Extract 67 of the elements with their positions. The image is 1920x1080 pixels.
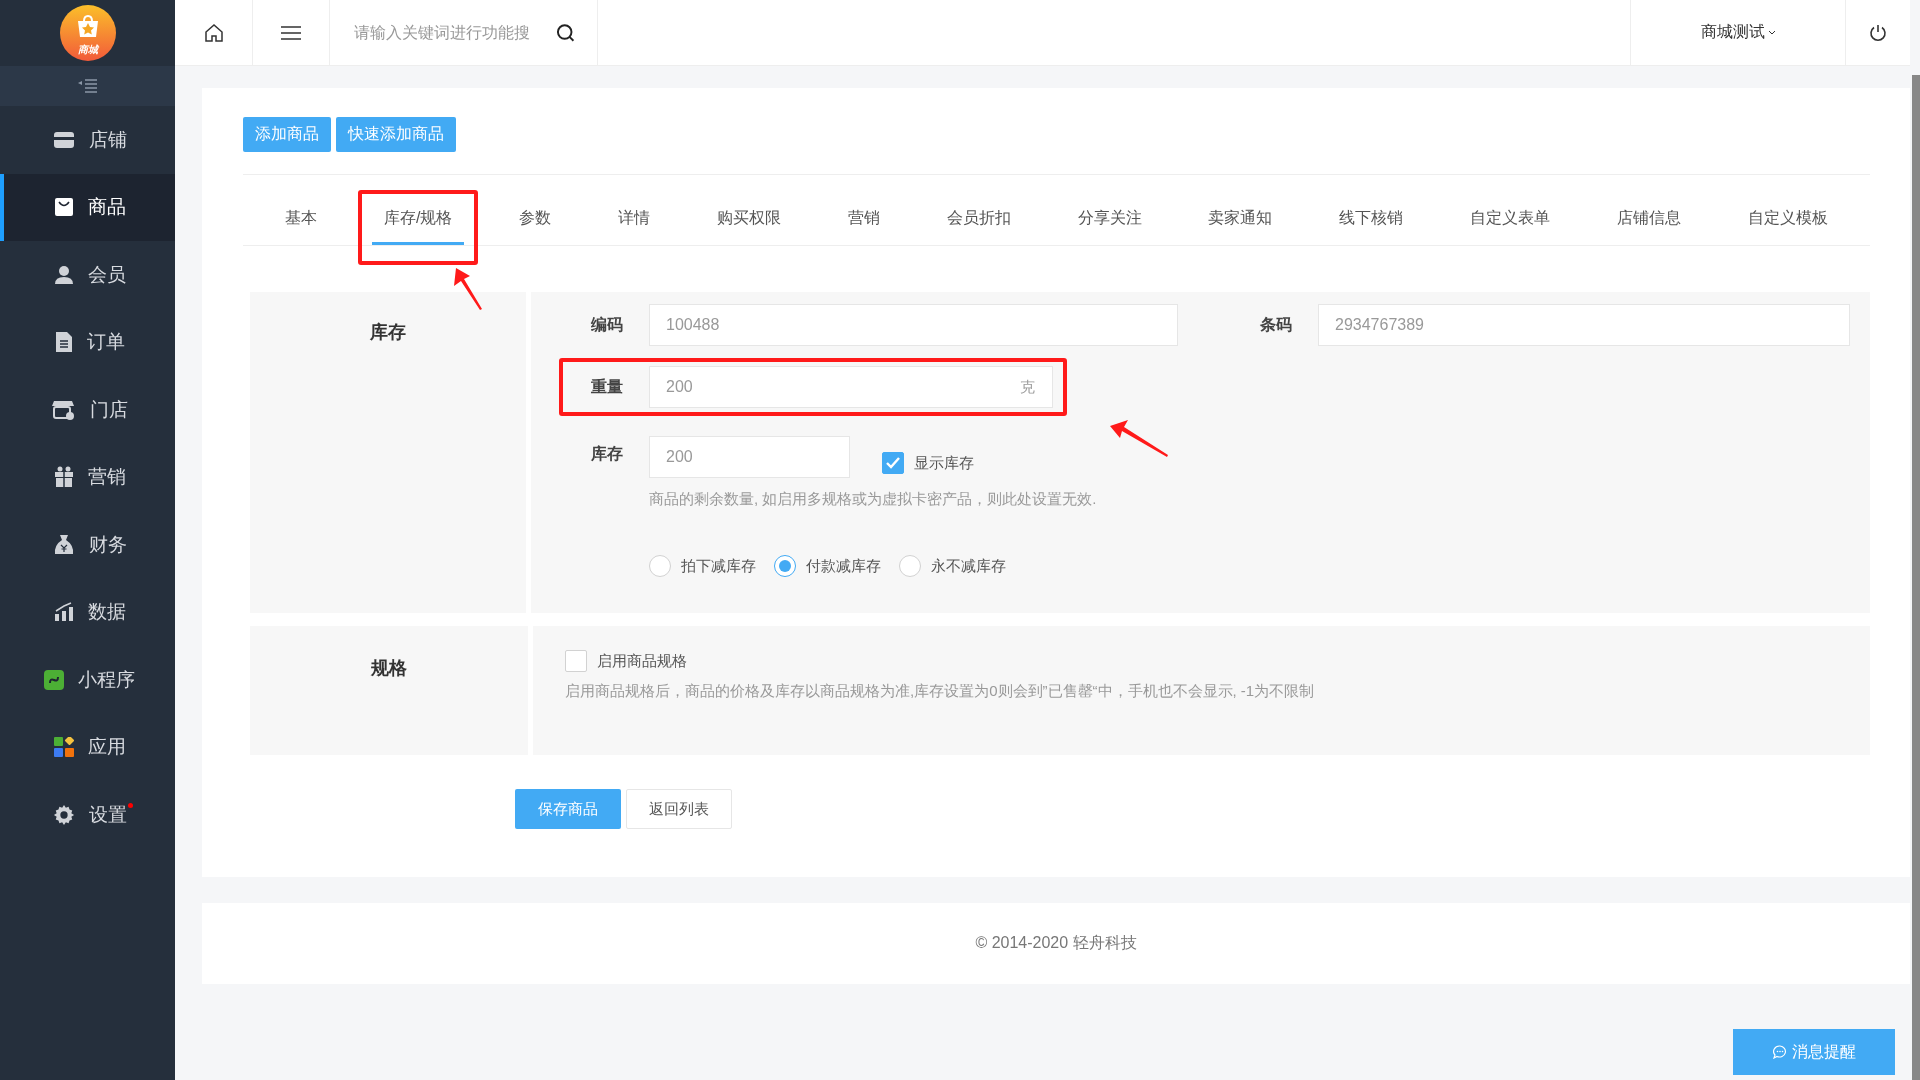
tab[interactable]: 自定义表单 — [1458, 195, 1563, 245]
section-title: 规格 — [371, 657, 407, 680]
document-icon — [54, 331, 73, 354]
radio-option[interactable]: 永不减库存 — [899, 555, 1006, 577]
sidebar-item[interactable]: 门店 — [0, 376, 175, 444]
sidebar-item[interactable]: 会员 — [0, 241, 175, 309]
tab[interactable]: 线下核销 — [1327, 195, 1416, 245]
sidebar-item[interactable]: 小程序 — [0, 646, 175, 714]
store-icon — [52, 129, 75, 150]
copyright-text: © 2014-2020 轻舟科技 — [975, 933, 1137, 953]
tab[interactable]: 分享关注 — [1065, 195, 1154, 245]
user-dropdown[interactable]: 商城测试 — [1700, 22, 1776, 43]
shop-gear-icon — [51, 398, 76, 421]
caret-icon — [1767, 29, 1776, 36]
home-icon[interactable] — [203, 22, 224, 43]
sidebar-item[interactable]: 应用 — [0, 713, 175, 781]
field-label: 库存 — [590, 444, 624, 464]
sidebar-item[interactable]: 订单 — [0, 308, 175, 376]
annotation-arrow — [452, 266, 484, 312]
gift-icon — [53, 466, 74, 489]
back-button[interactable]: 返回列表 — [626, 789, 732, 829]
tab[interactable]: 库存/规格 — [371, 195, 465, 245]
sidebar-item[interactable]: 营销 — [0, 443, 175, 511]
sidebar-item[interactable]: 财务 — [0, 511, 175, 579]
radio-button[interactable] — [899, 555, 921, 577]
sidebar-item[interactable]: 设置 — [0, 781, 175, 849]
tab[interactable]: 卖家通知 — [1196, 195, 1285, 245]
menu-icon[interactable] — [281, 24, 301, 41]
bag-icon — [53, 197, 74, 218]
tab[interactable]: 详情 — [606, 195, 663, 245]
sidebar-item[interactable]: 商品 — [0, 173, 175, 241]
tab[interactable]: 基本 — [273, 195, 329, 245]
radio-option[interactable]: 拍下减库存 — [649, 555, 756, 577]
hint-text: 启用商品规格后，商品的价格及库存以商品规格为准,库存设置为0则会到”已售罄“中，手机也不会显示, -1为不限制 — [565, 682, 1316, 701]
tab[interactable]: 店铺信息 — [1605, 195, 1694, 245]
search-icon[interactable] — [555, 22, 575, 43]
field-label: 条码 — [1259, 314, 1293, 335]
section-title: 库存 — [370, 321, 406, 344]
checkbox[interactable] — [565, 650, 587, 672]
annotation-arrow — [1108, 420, 1170, 458]
field-label: 重量 — [590, 376, 624, 397]
chat-bubble-icon — [1772, 1045, 1787, 1059]
hint-text: 商品的剩余数量, 如启用多规格或为虚拟卡密产品，则此处设置无效. — [649, 490, 1098, 509]
tab[interactable]: 参数 — [507, 195, 564, 245]
settings-icon — [52, 803, 75, 826]
money-bag-icon — [52, 533, 75, 556]
checkmark-icon — [886, 457, 900, 469]
tab[interactable]: 营销 — [835, 195, 892, 245]
radio-button[interactable] — [649, 555, 671, 577]
radio-option[interactable]: 付款减库存 — [774, 555, 881, 577]
field-label: 编码 — [590, 314, 624, 335]
tab[interactable]: 会员折扣 — [934, 195, 1023, 245]
apps-grid-icon — [53, 737, 74, 758]
sidebar-item[interactable]: 数据 — [0, 578, 175, 646]
radio-button[interactable] — [774, 555, 796, 577]
show-stock-checkbox[interactable]: 显示库存 — [882, 452, 974, 474]
sidebar-item[interactable]: 店铺 — [0, 106, 175, 174]
collapse-menu-icon[interactable] — [77, 79, 98, 93]
bar-chart-icon — [53, 602, 74, 623]
logo-text: 商城 — [77, 43, 98, 57]
enable-spec-checkbox[interactable]: 启用商品规格 — [565, 650, 1850, 672]
checkbox[interactable] — [882, 452, 904, 474]
tab[interactable]: 自定义模板 — [1735, 195, 1840, 245]
mini-program-icon — [44, 669, 64, 690]
power-icon[interactable] — [1869, 23, 1887, 42]
tab[interactable]: 购买权限 — [704, 195, 793, 245]
user-icon — [53, 264, 74, 285]
